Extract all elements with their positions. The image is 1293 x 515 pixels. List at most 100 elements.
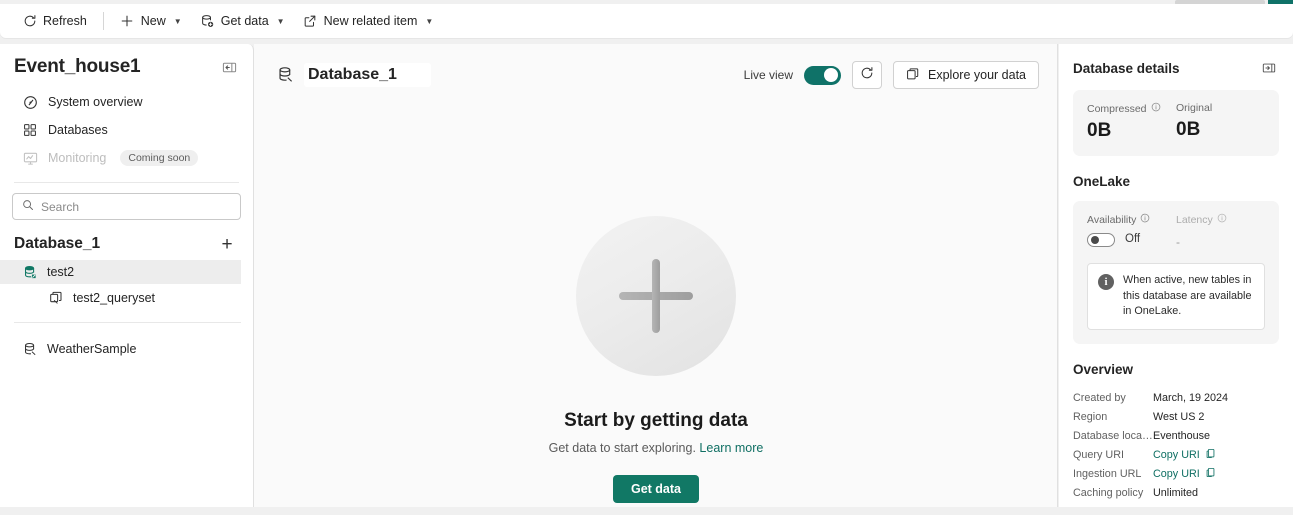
tree-divider <box>14 322 241 323</box>
overview-value: Eventhouse <box>1153 430 1211 443</box>
onelake-availability-toggle[interactable] <box>1087 233 1115 247</box>
collapse-details-panel-button[interactable] <box>1259 58 1279 78</box>
explore-your-data-label: Explore your data <box>928 68 1026 82</box>
database-section-header: Database_1 + <box>0 224 253 258</box>
overview-value: March, 19 2024 <box>1153 392 1229 405</box>
tree-item-test2[interactable]: test2 <box>0 260 241 284</box>
new-related-item-label: New related item <box>323 14 418 28</box>
info-icon[interactable] <box>1140 213 1150 226</box>
availability-metric: Availability Off <box>1087 213 1176 249</box>
get-data-button[interactable]: Get data ▼ <box>192 8 293 34</box>
overview-row: Database locati... Eventhouse <box>1073 427 1279 446</box>
new-button[interactable]: New ▼ <box>112 8 190 34</box>
tree-item-test2-queryset[interactable]: test2_queryset <box>0 286 241 310</box>
overview-row: Ingestion URL Copy URI <box>1073 465 1279 484</box>
overview-value: Unlimited <box>1153 487 1199 500</box>
tree-item-weathersample[interactable]: WeatherSample <box>0 337 241 361</box>
chevron-down-icon: ▼ <box>276 16 285 26</box>
database-title[interactable]: Database_1 <box>304 63 431 87</box>
external-link-icon <box>303 14 318 29</box>
queryset-icon <box>48 290 64 306</box>
overview-row: Region West US 2 <box>1073 408 1279 427</box>
latency-metric: Latency - <box>1176 213 1265 249</box>
collapse-sidebar-button[interactable] <box>219 57 239 77</box>
empty-state-subtitle: Get data to start exploring. Learn more <box>549 441 764 455</box>
gauge-icon <box>22 94 38 110</box>
chevron-down-icon: ▼ <box>425 16 434 26</box>
latency-label: Latency <box>1176 213 1213 226</box>
sidebar: Event_house1 System overview Databases M… <box>0 44 254 515</box>
bottom-strip <box>0 507 1293 515</box>
tree-item-label: test2_queryset <box>73 291 155 305</box>
eventhouse-header: Event_house1 <box>0 44 253 86</box>
chevron-down-icon: ▼ <box>173 16 182 26</box>
original-label: Original <box>1176 102 1213 114</box>
availability-state: Off <box>1125 233 1141 245</box>
add-placeholder-icon <box>576 216 736 376</box>
add-database-button[interactable]: + <box>217 234 237 254</box>
get-data-icon <box>200 14 215 29</box>
tree-item-label: test2 <box>47 265 75 279</box>
eventhouse-title: Event_house1 <box>14 56 141 77</box>
compressed-label: Compressed <box>1087 102 1147 115</box>
main-header: Database_1 Live view Explore your data <box>254 44 1057 90</box>
database-icon <box>22 264 38 280</box>
sidebar-item-label: System overview <box>48 95 143 109</box>
copy-query-uri-button[interactable]: Copy URI <box>1153 448 1216 462</box>
copy-ingestion-url-button[interactable]: Copy URI <box>1153 467 1216 481</box>
empty-state-title: Start by getting data <box>564 410 748 431</box>
details-panel-header: Database details <box>1059 44 1293 78</box>
database-icon <box>22 341 38 357</box>
overview-value: Copy URI <box>1153 468 1200 481</box>
overview-row: Created by March, 19 2024 <box>1073 389 1279 408</box>
live-view-label: Live view <box>743 68 794 82</box>
compressed-value: 0B <box>1087 120 1112 141</box>
tree-item-label: WeatherSample <box>47 342 137 356</box>
get-data-label: Get data <box>220 14 269 28</box>
sidebar-item-monitoring: Monitoring Coming soon <box>0 144 253 172</box>
explore-icon <box>906 67 920 84</box>
refresh-button[interactable]: Refresh <box>14 8 95 34</box>
plus-icon <box>120 14 135 29</box>
refresh-button[interactable] <box>852 61 883 89</box>
details-panel-title: Database details <box>1073 60 1180 76</box>
overview-value: West US 2 <box>1153 411 1205 424</box>
explore-your-data-button[interactable]: Explore your data <box>893 61 1039 89</box>
info-icon[interactable] <box>1217 213 1227 226</box>
live-view-toggle[interactable] <box>804 65 842 85</box>
monitor-icon <box>22 150 38 166</box>
sidebar-item-system-overview[interactable]: System overview <box>0 88 253 116</box>
overview-list: Created by March, 19 2024 Region West US… <box>1059 377 1293 515</box>
overview-key: Caching policy <box>1073 487 1144 500</box>
info-icon: i <box>1098 274 1114 290</box>
empty-state: Start by getting data Get data to start … <box>254 216 1058 503</box>
toggle-knob <box>1090 236 1099 244</box>
learn-more-link[interactable]: Learn more <box>699 441 763 455</box>
refresh-icon <box>860 66 874 85</box>
empty-state-subtitle-text: Get data to start exploring. <box>548 441 696 455</box>
sidebar-item-databases[interactable]: Databases <box>0 116 253 144</box>
details-panel: Database details Compressed 0B Original … <box>1059 44 1293 515</box>
search-input[interactable] <box>41 199 231 214</box>
compressed-metric: Compressed 0B <box>1087 102 1176 142</box>
main-content: Database_1 Live view Explore your data S… <box>254 44 1058 515</box>
original-metric: Original 0B <box>1176 102 1265 142</box>
copy-icon <box>1205 448 1216 462</box>
size-metrics-row: Compressed 0B Original 0B <box>1087 102 1265 142</box>
toggle-knob <box>824 68 839 82</box>
overview-section-title: Overview <box>1073 361 1134 377</box>
sidebar-item-label: Databases <box>48 123 108 137</box>
app-root: Refresh New ▼ Get data ▼ New related ite… <box>0 0 1293 515</box>
latency-value: - <box>1176 235 1180 249</box>
info-icon[interactable] <box>1151 102 1161 115</box>
database-icon <box>276 66 295 85</box>
sidebar-item-label: Monitoring <box>48 151 107 165</box>
coming-soon-badge: Coming soon <box>120 150 199 166</box>
search-box[interactable] <box>12 193 241 220</box>
overview-value: Copy URI <box>1153 449 1200 462</box>
get-data-button[interactable]: Get data <box>612 475 699 503</box>
onelake-metrics-row: Availability Off Latency - <box>1087 213 1265 249</box>
new-related-item-button[interactable]: New related item ▼ <box>295 8 442 34</box>
refresh-label: Refresh <box>43 14 87 28</box>
availability-label-row: Availability <box>1087 213 1176 226</box>
